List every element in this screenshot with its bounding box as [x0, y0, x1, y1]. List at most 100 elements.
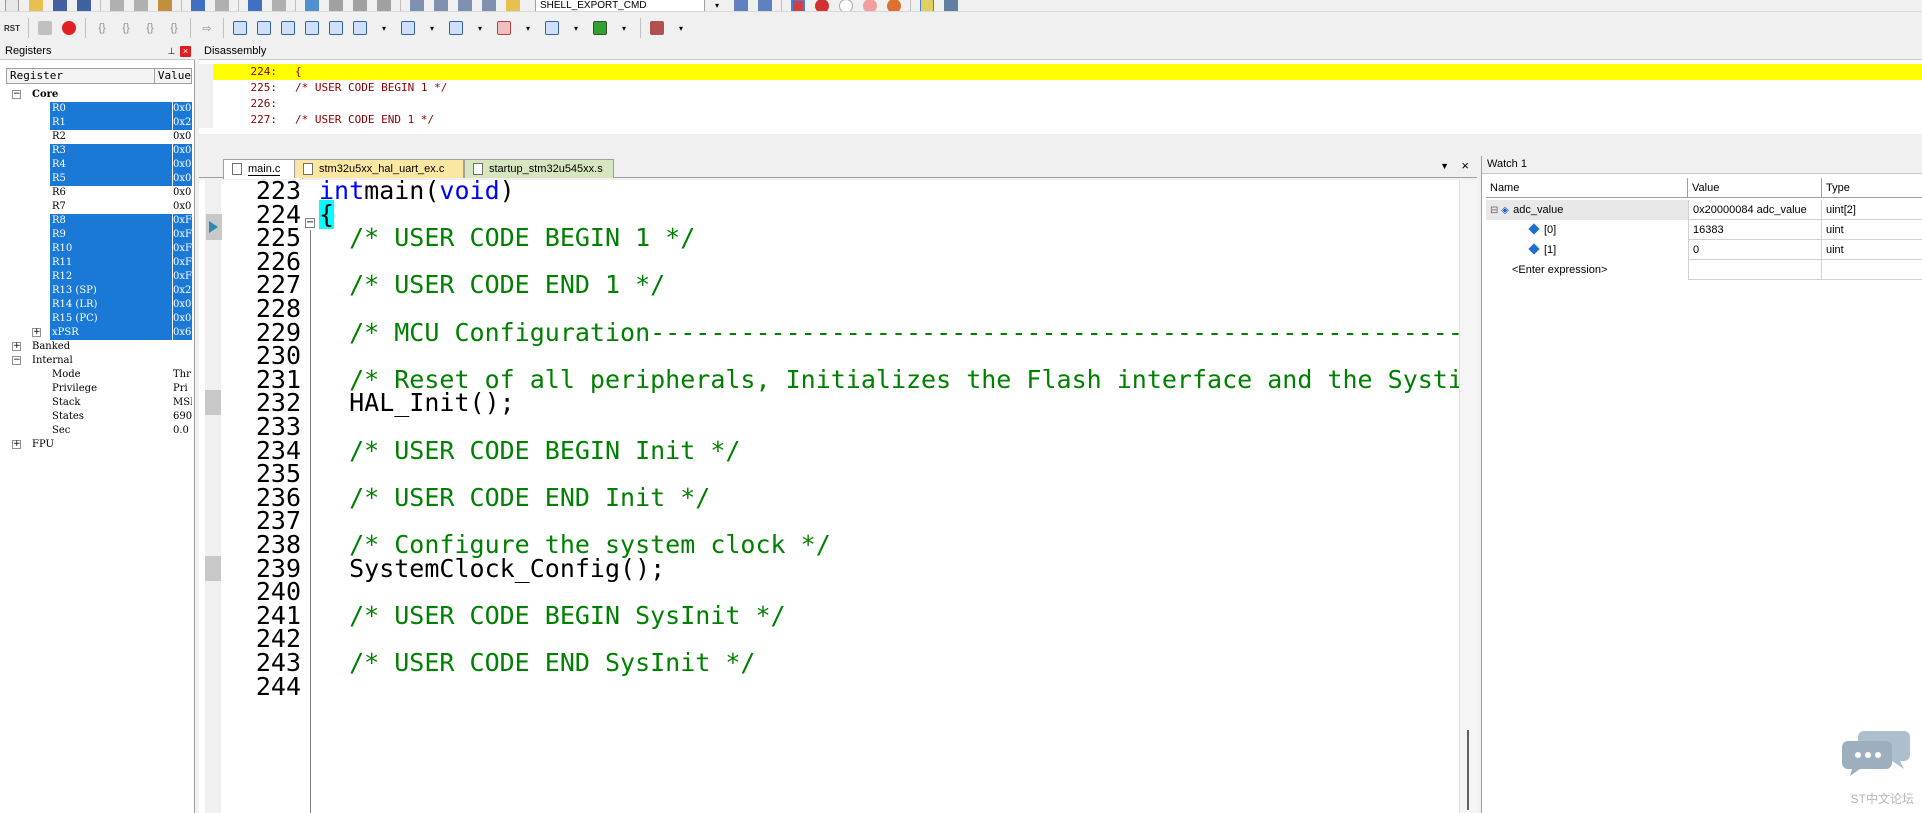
scrollbar-thumb[interactable] — [1467, 730, 1469, 810]
analysis-window-icon[interactable] — [494, 18, 514, 38]
tab-list-icon[interactable]: ▼ — [1440, 161, 1449, 171]
collapse-icon[interactable]: ⊟ — [1490, 205, 1501, 216]
disassembly-line[interactable]: 225: /* USER CODE BEGIN 1 */ — [199, 80, 1922, 96]
register-value[interactable]: 0x0 — [173, 172, 192, 186]
disassembly-gutter[interactable] — [199, 112, 213, 128]
chevron-down-icon[interactable]: ▾ — [707, 0, 727, 11]
register-value[interactable]: 0x0 — [173, 158, 192, 172]
disassembly-gutter[interactable] — [199, 64, 213, 80]
chevron-down-icon[interactable]: ▾ — [422, 18, 442, 38]
watch-enter-expression-row[interactable]: <Enter expression> — [1486, 260, 1922, 280]
register-value[interactable]: 0x0 — [173, 102, 192, 116]
bookmark-icon[interactable] — [302, 0, 322, 11]
watch-row[interactable]: [1] 0 uint — [1486, 240, 1922, 260]
reset-icon[interactable]: RST — [2, 18, 22, 38]
register-group-row[interactable]: + Banked — [6, 340, 192, 354]
register-value[interactable]: 0x2 — [173, 116, 192, 130]
register-row[interactable]: R13 (SP) 0x2 — [6, 284, 192, 298]
symbols-window-icon[interactable] — [278, 18, 298, 38]
register-group-row[interactable]: − Core — [6, 88, 192, 102]
registers-window-icon[interactable] — [302, 18, 322, 38]
command-window-icon[interactable] — [230, 18, 250, 38]
watch-value-cell[interactable]: 0x20000084 adc_value — [1688, 200, 1822, 220]
disassembly-window-icon[interactable] — [254, 18, 274, 38]
bookmark-next-icon[interactable] — [350, 0, 370, 11]
register-value[interactable]: 0x0 — [173, 144, 192, 158]
watch-name-cell[interactable]: [1] — [1486, 240, 1688, 260]
register-row[interactable]: + xPSR 0x6 — [6, 326, 192, 340]
register-row[interactable]: R11 0xF — [6, 256, 192, 270]
breakpoint-insert-icon[interactable] — [812, 0, 832, 11]
watch-value-cell[interactable] — [1688, 260, 1822, 280]
register-value[interactable]: Pri — [173, 382, 192, 396]
pin-icon[interactable]: ⊥ — [166, 46, 177, 57]
register-row[interactable]: R5 0x0 — [6, 172, 192, 186]
register-row[interactable]: R10 0xF — [6, 242, 192, 256]
toolbox-icon[interactable] — [647, 18, 667, 38]
register-value[interactable]: 0x0 — [173, 200, 192, 214]
cut-icon[interactable] — [107, 0, 127, 11]
watch-value-cell[interactable]: 16383 — [1688, 220, 1822, 240]
watch-name-cell[interactable]: [0] — [1486, 220, 1688, 240]
register-value[interactable]: 0xF — [173, 214, 192, 228]
code-editor[interactable]: 223 intmain(void) 224{225 /* USER CODE BEG… — [199, 180, 1477, 813]
register-value[interactable]: 0x6 — [173, 326, 192, 340]
run-to-cursor-icon[interactable]: {} — [164, 18, 184, 38]
register-row[interactable]: R9 0xF — [6, 228, 192, 242]
step-into-icon[interactable]: {} — [92, 18, 112, 38]
find-combo[interactable]: SHELL_EXPORT_CMD — [535, 0, 705, 11]
indent-icon[interactable] — [407, 0, 427, 11]
register-row[interactable]: Privilege Pri — [6, 382, 192, 396]
find-icon[interactable] — [731, 0, 751, 11]
expand-icon[interactable]: + — [12, 342, 21, 351]
breakpoint-disable-all-icon[interactable] — [860, 0, 880, 11]
code-line[interactable]: 244 — [199, 672, 1457, 701]
unindent-icon[interactable] — [431, 0, 451, 11]
chevron-down-icon[interactable]: ▾ — [518, 18, 538, 38]
register-row[interactable]: R8 0xF — [6, 214, 192, 228]
watch-name-cell[interactable]: ⊟ ◈ adc_value — [1486, 200, 1688, 220]
open-file-icon[interactable] — [26, 0, 46, 11]
step-over-icon[interactable]: {} — [116, 18, 136, 38]
register-value[interactable]: 0x0 — [173, 130, 192, 144]
bookmark-clear-icon[interactable] — [374, 0, 394, 11]
register-row[interactable]: R1 0x2 — [6, 116, 192, 130]
redo-icon[interactable] — [212, 0, 232, 11]
fold-collapse-icon[interactable]: − — [305, 218, 315, 228]
save-all-icon[interactable] — [74, 0, 94, 11]
debug-session-icon[interactable] — [788, 0, 808, 11]
register-value[interactable]: 0x0 — [173, 298, 192, 312]
window-layout-icon[interactable] — [917, 0, 937, 11]
register-row[interactable]: R15 (PC) 0x0 — [6, 312, 192, 326]
uncomment-icon[interactable] — [479, 0, 499, 11]
collapse-icon[interactable]: − — [12, 90, 21, 99]
editor-vertical-scrollbar[interactable] — [1459, 180, 1477, 813]
register-value[interactable]: 0xF — [173, 256, 192, 270]
show-next-statement-icon[interactable]: ⇨ — [197, 18, 217, 38]
nav-forward-icon[interactable] — [269, 0, 289, 11]
register-row[interactable]: R2 0x0 — [6, 130, 192, 144]
collapse-icon[interactable]: − — [12, 356, 21, 365]
column-header-type[interactable]: Type — [1822, 178, 1922, 197]
register-row[interactable]: R4 0x0 — [6, 158, 192, 172]
register-value[interactable]: 0xF — [173, 228, 192, 242]
tab-startup-stm32u545xx[interactable]: startup_stm32u545xx.s — [464, 159, 614, 178]
stop-icon[interactable] — [59, 18, 79, 38]
nav-back-icon[interactable] — [245, 0, 265, 11]
trace-window-icon[interactable] — [542, 18, 562, 38]
register-row[interactable]: Stack MSP — [6, 396, 192, 410]
register-row[interactable]: Mode Thr — [6, 368, 192, 382]
register-row[interactable]: R6 0x0 — [6, 186, 192, 200]
call-stack-window-icon[interactable] — [326, 18, 346, 38]
register-value[interactable]: 0.0 — [173, 424, 192, 438]
watch-window-icon[interactable] — [350, 18, 370, 38]
save-icon[interactable] — [50, 0, 70, 11]
register-row[interactable]: R12 0xF — [6, 270, 192, 284]
register-group-row[interactable]: + FPU — [6, 438, 192, 452]
chevron-down-icon[interactable]: ▾ — [614, 18, 634, 38]
register-value[interactable]: 0xF — [173, 270, 192, 284]
close-icon[interactable]: × — [180, 46, 191, 57]
register-group-row[interactable]: − Internal — [6, 354, 192, 368]
register-value[interactable]: 0x0 — [173, 312, 192, 326]
disassembly-line[interactable]: 224: { — [199, 64, 1922, 80]
